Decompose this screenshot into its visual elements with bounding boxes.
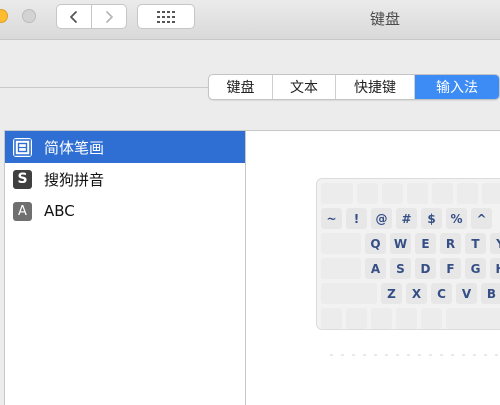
key: W bbox=[390, 233, 411, 254]
key: % bbox=[446, 208, 467, 229]
key: F bbox=[440, 258, 461, 279]
key-blank bbox=[321, 183, 353, 204]
key: $ bbox=[421, 208, 442, 229]
key: T bbox=[465, 233, 486, 254]
key-blank bbox=[396, 308, 417, 329]
list-item-label: 搜狗拼音 bbox=[44, 170, 105, 189]
key: ~ bbox=[321, 208, 342, 229]
keyboard-preview: ~ ! @ # $ % ^ Q W E R T Y A S D F G H Z … bbox=[316, 178, 500, 330]
abc-icon: A bbox=[13, 201, 32, 221]
keyboard-row-symbols: ~ ! @ # $ % ^ bbox=[321, 208, 500, 229]
panel-footer-divider bbox=[330, 354, 500, 356]
key-blank bbox=[321, 308, 342, 329]
navigation-buttons bbox=[56, 4, 127, 29]
show-all-button[interactable] bbox=[137, 4, 195, 29]
forward-button[interactable] bbox=[91, 5, 126, 28]
key-blank bbox=[407, 183, 428, 204]
key: B bbox=[481, 283, 500, 304]
keyboard-row-qwerty: Q W E R T Y bbox=[321, 233, 500, 254]
keyboard-row-bottom bbox=[321, 308, 500, 329]
key: Y bbox=[490, 233, 500, 254]
key: A bbox=[365, 258, 386, 279]
key-blank bbox=[371, 308, 392, 329]
keyboard-row-asdf: A S D F G H bbox=[321, 258, 500, 279]
key: ! bbox=[346, 208, 367, 229]
keyboard-row-zxcv: Z X C V B bbox=[321, 283, 500, 304]
key-blank bbox=[382, 183, 403, 204]
tab-input-sources[interactable]: 输入法 bbox=[415, 75, 499, 99]
window-title: 键盘 bbox=[369, 10, 400, 28]
sogou-icon: S bbox=[13, 169, 32, 189]
tab-bar: 键盘 文本 快捷键 输入法 bbox=[208, 74, 500, 100]
key-blank bbox=[357, 183, 378, 204]
list-item-abc[interactable]: A ABC bbox=[5, 195, 245, 227]
key-blank bbox=[421, 308, 442, 329]
key-blank bbox=[457, 183, 478, 204]
input-source-list: 简体笔画 S 搜狗拼音 A ABC bbox=[4, 130, 246, 405]
key: Q bbox=[365, 233, 386, 254]
back-button[interactable] bbox=[57, 5, 91, 28]
key-blank bbox=[321, 233, 361, 254]
key: S bbox=[390, 258, 411, 279]
key: H bbox=[490, 258, 500, 279]
list-item-label: ABC bbox=[44, 202, 75, 220]
tab-keyboard[interactable]: 键盘 bbox=[209, 75, 273, 99]
list-item-bihua[interactable]: 简体笔画 bbox=[5, 131, 245, 163]
key: Z bbox=[381, 283, 402, 304]
key: X bbox=[406, 283, 427, 304]
title-bar: 键盘 bbox=[0, 0, 500, 40]
key: R bbox=[440, 233, 461, 254]
key-blank bbox=[321, 283, 377, 304]
key: V bbox=[456, 283, 477, 304]
minimize-button[interactable] bbox=[0, 9, 8, 23]
keyboard-row-function bbox=[321, 183, 500, 204]
chevron-right-icon bbox=[106, 10, 113, 23]
key: ^ bbox=[471, 208, 492, 229]
tab-text[interactable]: 文本 bbox=[273, 75, 336, 99]
key-blank bbox=[446, 308, 500, 329]
bihua-icon bbox=[13, 137, 32, 157]
key: # bbox=[396, 208, 417, 229]
list-item-sogou[interactable]: S 搜狗拼音 bbox=[5, 163, 245, 195]
key-blank bbox=[482, 183, 500, 204]
chevron-left-icon bbox=[70, 10, 77, 23]
key: C bbox=[431, 283, 452, 304]
key: D bbox=[415, 258, 436, 279]
key-blank bbox=[321, 258, 361, 279]
tab-shortcuts[interactable]: 快捷键 bbox=[336, 75, 415, 99]
key-blank bbox=[432, 183, 453, 204]
grid-icon bbox=[157, 10, 175, 23]
key: @ bbox=[371, 208, 392, 229]
key: E bbox=[415, 233, 436, 254]
key: G bbox=[465, 258, 486, 279]
zoom-button[interactable] bbox=[22, 9, 36, 23]
key-blank bbox=[346, 308, 367, 329]
list-item-label: 简体笔画 bbox=[44, 138, 105, 157]
